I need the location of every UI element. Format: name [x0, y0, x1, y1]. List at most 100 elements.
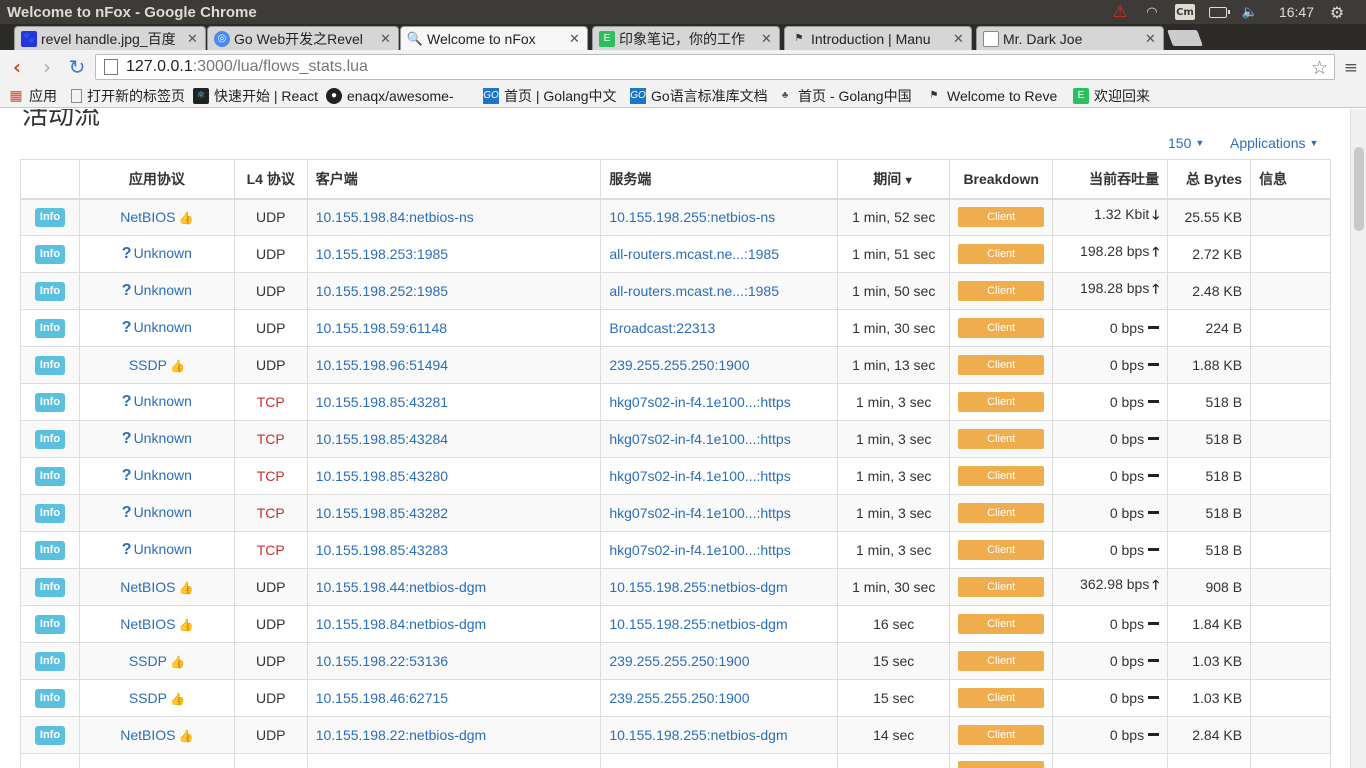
- server-host-link[interactable]: 239.255.255.250: [609, 690, 714, 706]
- client-port-link[interactable]: :43284: [405, 431, 448, 447]
- server-host-link[interactable]: all-routers.mcast.ne...: [609, 283, 744, 299]
- server-port-link[interactable]: :1900: [714, 653, 749, 669]
- server-port-link[interactable]: :https: [756, 505, 790, 521]
- tab-introduction-manual[interactable]: ⚑ Introduction | Manu ✕: [784, 26, 972, 50]
- tab-go-web-revel[interactable]: ◎ Go Web开发之Revel ✕: [207, 26, 399, 50]
- info-button[interactable]: Info: [34, 689, 66, 708]
- server-port-link[interactable]: :https: [756, 394, 790, 410]
- server-port-link[interactable]: :1985: [744, 283, 779, 299]
- close-icon[interactable]: ✕: [569, 31, 581, 47]
- app-protocol-link[interactable]: Unknown: [134, 467, 192, 483]
- rows-per-page-dropdown[interactable]: 150 ▼: [1168, 135, 1204, 151]
- client-port-link[interactable]: :1985: [413, 246, 448, 262]
- client-port-link[interactable]: :netbios-dgm: [405, 579, 486, 595]
- server-port-link[interactable]: :1900: [714, 690, 749, 706]
- client-port-link[interactable]: :53136: [405, 653, 448, 669]
- back-arrow-icon[interactable]: ‹: [4, 54, 30, 80]
- app-protocol-link[interactable]: Unknown: [134, 393, 192, 409]
- server-host-link[interactable]: 239.255.255.250: [609, 357, 714, 373]
- app-protocol-link[interactable]: NetBIOS: [120, 209, 175, 225]
- client-host-link[interactable]: 10.155.198.84: [316, 209, 406, 225]
- info-button[interactable]: Info: [34, 726, 66, 745]
- gear-icon[interactable]: ⚙: [1328, 3, 1346, 22]
- server-host-link[interactable]: all-routers.mcast.ne...: [609, 246, 744, 262]
- tab-revel-handle[interactable]: 🐾 revel handle.jpg_百度 ✕: [14, 26, 206, 50]
- client-host-link[interactable]: 10.155.198.96: [316, 357, 406, 373]
- bookmark-golang-china[interactable]: ♣ 首页 - Golang中国: [777, 86, 918, 106]
- forward-arrow-icon[interactable]: ›: [34, 54, 60, 80]
- info-button[interactable]: Info: [34, 245, 66, 264]
- bookmark-evernote[interactable]: E 欢迎回来: [1073, 86, 1150, 106]
- info-button[interactable]: Info: [34, 356, 66, 375]
- server-port-link[interactable]: :22313: [672, 320, 715, 336]
- server-host-link[interactable]: Broadcast: [609, 320, 672, 336]
- close-icon[interactable]: ✕: [953, 31, 965, 47]
- info-button[interactable]: Info: [34, 430, 66, 449]
- app-protocol-link[interactable]: Unknown: [134, 282, 192, 298]
- app-protocol-link[interactable]: SSDP: [129, 357, 167, 373]
- col-header-client[interactable]: 客户端: [306, 159, 602, 200]
- menu-icon[interactable]: ≡: [1344, 58, 1358, 78]
- col-header-bytes[interactable]: 总 Bytes: [1167, 159, 1252, 200]
- bookmark-golang-cn[interactable]: GO 首页 | Golang中文: [483, 86, 622, 106]
- col-header-throughput[interactable]: 当前吞吐量: [1052, 159, 1169, 200]
- server-port-link[interactable]: :https: [756, 542, 790, 558]
- client-port-link[interactable]: :43281: [405, 394, 448, 410]
- client-port-link[interactable]: :netbios-dgm: [405, 616, 486, 632]
- wifi-icon[interactable]: ◠: [1143, 4, 1161, 20]
- new-tab-button[interactable]: [1167, 30, 1203, 46]
- client-port-link[interactable]: :netbios-ns: [405, 209, 473, 225]
- client-port-link[interactable]: :51494: [405, 357, 448, 373]
- server-host-link[interactable]: hkg07s02-in-f4.1e100...: [609, 468, 756, 484]
- info-button[interactable]: Info: [34, 467, 66, 486]
- server-host-link[interactable]: 10.155.198.255: [609, 727, 706, 743]
- server-port-link[interactable]: :netbios-dgm: [707, 727, 788, 743]
- info-button[interactable]: Info: [34, 615, 66, 634]
- client-host-link[interactable]: 10.155.198.46: [316, 690, 406, 706]
- client-host-link[interactable]: 10.155.198.59: [316, 320, 406, 336]
- scrollbar-thumb[interactable]: [1354, 147, 1364, 231]
- client-host-link[interactable]: 10.155.198.84: [316, 616, 406, 632]
- col-header-server[interactable]: 服务端: [600, 159, 839, 200]
- close-icon[interactable]: ✕: [1145, 31, 1157, 47]
- server-host-link[interactable]: 10.155.198.255: [609, 209, 706, 225]
- app-protocol-link[interactable]: SSDP: [129, 690, 167, 706]
- app-protocol-link[interactable]: Unknown: [134, 541, 192, 557]
- info-button[interactable]: Info: [34, 504, 66, 523]
- close-icon[interactable]: ✕: [380, 31, 392, 47]
- server-port-link[interactable]: :https: [756, 431, 790, 447]
- client-host-link[interactable]: 10.155.198.85: [316, 468, 406, 484]
- server-port-link[interactable]: :netbios-dgm: [707, 616, 788, 632]
- info-button[interactable]: Info: [34, 282, 66, 301]
- col-header-l4[interactable]: L4 协议: [233, 159, 308, 200]
- app-protocol-link[interactable]: NetBIOS: [120, 616, 175, 632]
- info-button[interactable]: Info: [34, 652, 66, 671]
- client-host-link[interactable]: 10.155.198.22: [316, 727, 406, 743]
- client-host-link[interactable]: 10.155.198.85: [316, 394, 406, 410]
- address-bar[interactable]: 127.0.0.1 :3000/lua/flows_stats.lua ☆: [95, 54, 1335, 80]
- client-port-link[interactable]: :netbios-dgm: [405, 727, 486, 743]
- col-header-app[interactable]: 应用协议: [78, 159, 235, 200]
- info-button[interactable]: Info: [34, 578, 66, 597]
- server-port-link[interactable]: :1900: [714, 357, 749, 373]
- server-host-link[interactable]: 10.155.198.255: [609, 579, 706, 595]
- client-port-link[interactable]: :62715: [405, 690, 448, 706]
- applications-filter-dropdown[interactable]: Applications ▼: [1230, 135, 1318, 151]
- client-port-link[interactable]: :43282: [405, 505, 448, 521]
- app-protocol-link[interactable]: Unknown: [134, 245, 192, 261]
- client-port-link[interactable]: :1985: [413, 283, 448, 299]
- server-port-link[interactable]: :1985: [744, 246, 779, 262]
- app-protocol-link[interactable]: NetBIOS: [120, 727, 175, 743]
- tab-evernote[interactable]: E 印象笔记，你的工作 ✕: [592, 26, 780, 50]
- server-host-link[interactable]: hkg07s02-in-f4.1e100...: [609, 505, 756, 521]
- bookmark-apps[interactable]: ▦ 应用: [8, 86, 57, 106]
- clock[interactable]: 16:47: [1279, 4, 1314, 20]
- client-port-link[interactable]: :43280: [405, 468, 448, 484]
- input-method-icon[interactable]: Cm: [1174, 4, 1195, 20]
- close-icon[interactable]: ✕: [187, 31, 199, 47]
- server-host-link[interactable]: 10.155.198.255: [609, 616, 706, 632]
- tab-welcome-nfox[interactable]: 🔍 Welcome to nFox ✕: [400, 26, 588, 51]
- app-protocol-link[interactable]: Unknown: [134, 504, 192, 520]
- col-header-duration[interactable]: 期间 ▼: [837, 159, 951, 200]
- reload-icon[interactable]: ↻: [64, 54, 90, 80]
